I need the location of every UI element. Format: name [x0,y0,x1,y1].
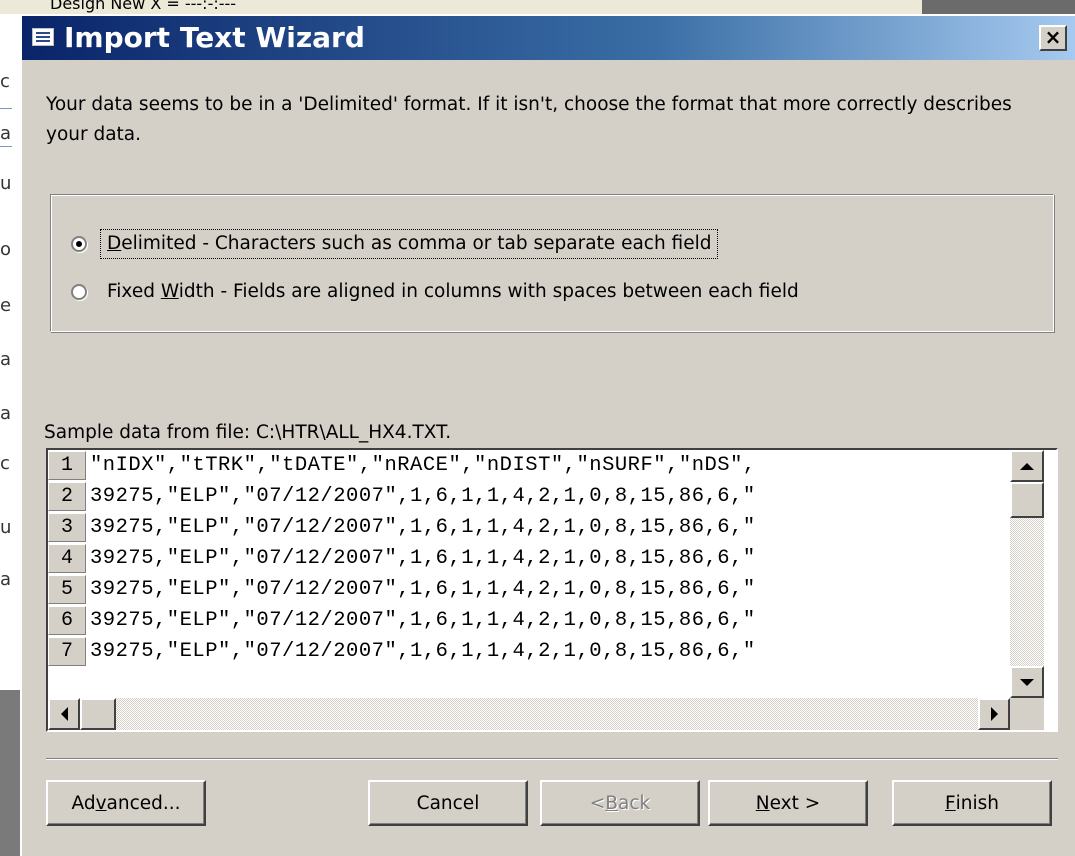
row-number: 2 [48,482,86,511]
close-icon: × [1044,25,1062,49]
row-number: 7 [48,637,86,666]
sample-row: 1 "nIDX","tTRK","tDATE","nRACE","nDIST",… [48,450,1010,481]
arrow-down-icon [1020,678,1034,686]
background-text-fragment: e [0,295,12,316]
background-toolbar-text: Design New X = ---:-:--- [50,0,237,13]
scroll-up-button[interactable] [1010,450,1044,482]
row-text: 39275,"ELP","07/12/2007",1,6,1,1,4,2,1,0… [90,640,756,663]
background-text-fragment: u [0,173,12,194]
background-window-edge: c a u o e a a c u a [0,14,20,856]
sample-row: 2 39275,"ELP","07/12/2007",1,6,1,1,4,2,1… [48,481,1010,512]
wizard-window-icon [32,28,54,46]
row-text: 39275,"ELP","07/12/2007",1,6,1,1,4,2,1,0… [90,578,756,601]
sample-row: 4 39275,"ELP","07/12/2007",1,6,1,1,4,2,1… [48,543,1010,574]
dialog-title: Import Text Wizard [64,21,365,54]
row-text: 39275,"ELP","07/12/2007",1,6,1,1,4,2,1,0… [90,547,756,570]
sample-data-label: Sample data from file: C:\HTR\ALL_HX4.TX… [44,422,452,443]
row-number: 4 [48,544,86,573]
sample-row: 3 39275,"ELP","07/12/2007",1,6,1,1,4,2,1… [48,512,1010,543]
background-text-fragment: o [0,239,12,260]
background-text-fragment: a [0,123,12,144]
background-panel [922,0,1075,14]
row-number: 5 [48,575,86,604]
background-divider [0,146,12,147]
vertical-scroll-thumb[interactable] [1010,482,1044,518]
background-text-fragment: a [0,403,12,424]
sample-row: 6 39275,"ELP","07/12/2007",1,6,1,1,4,2,1… [48,605,1010,636]
import-text-wizard-dialog: Import Text Wizard × Your data seems to … [20,14,1075,856]
row-text: 39275,"ELP","07/12/2007",1,6,1,1,4,2,1,0… [90,516,756,539]
horizontal-scrollbar[interactable] [48,698,1010,730]
background-divider [0,108,12,109]
arrow-up-icon [1020,462,1034,470]
background-toolbar: Design New X = ---:-:--- [0,0,1075,14]
vertical-scrollbar[interactable] [1010,450,1044,698]
row-number: 1 [48,451,86,480]
arrow-left-icon [60,707,68,721]
sample-row: 5 39275,"ELP","07/12/2007",1,6,1,1,4,2,1… [48,574,1010,605]
separator [46,758,1058,760]
intro-text: Your data seems to be in a 'Delimited' f… [46,94,1012,145]
title-bar[interactable]: Import Text Wizard × [22,16,1075,60]
next-button[interactable]: Next > [708,780,868,826]
finish-button[interactable]: Finish [892,780,1052,826]
sample-row: 7 39275,"ELP","07/12/2007",1,6,1,1,4,2,1… [48,636,1010,667]
back-button[interactable]: < Back [540,780,700,826]
scroll-left-button[interactable] [48,698,80,730]
radio-fixed-width[interactable]: Fixed Width - Fields are aligned in colu… [71,277,805,307]
radio-label-fixed-width[interactable]: Fixed Width - Fields are aligned in colu… [101,278,805,306]
background-text-fragment: c [0,71,10,92]
horizontal-scroll-thumb[interactable] [80,698,116,730]
background-text-fragment: u [0,517,12,538]
row-text: 39275,"ELP","07/12/2007",1,6,1,1,4,2,1,0… [90,609,756,632]
row-number: 6 [48,606,86,635]
advanced-button[interactable]: Ad v anced... [46,780,206,826]
radio-button-fixed-width[interactable] [71,284,87,300]
scroll-right-button[interactable] [978,698,1010,730]
close-button[interactable]: × [1039,25,1067,51]
scrollbar-corner [1010,698,1044,730]
row-text: 39275,"ELP","07/12/2007",1,6,1,1,4,2,1,0… [90,485,756,508]
radio-delimited[interactable]: Delimited - Characters such as comma or … [71,229,719,259]
background-panel [0,690,20,856]
background-text-fragment: c [0,453,10,474]
format-group: Delimited - Characters such as comma or … [50,194,1054,332]
radio-button-delimited[interactable] [71,236,87,252]
arrow-right-icon [990,707,998,721]
radio-label-delimited[interactable]: Delimited - Characters such as comma or … [99,229,719,259]
background-text-fragment: a [0,569,12,590]
cancel-button[interactable]: Cancel [368,780,528,826]
row-text: "nIDX","tTRK","tDATE","nRACE","nDIST","n… [90,454,756,477]
sample-data-preview[interactable]: 1 "nIDX","tTRK","tDATE","nRACE","nDIST",… [46,448,1058,732]
scroll-down-button[interactable] [1010,666,1044,698]
sample-rows: 1 "nIDX","tTRK","tDATE","nRACE","nDIST",… [48,450,1010,698]
background-text-fragment: a [0,349,12,370]
row-number: 3 [48,513,86,542]
